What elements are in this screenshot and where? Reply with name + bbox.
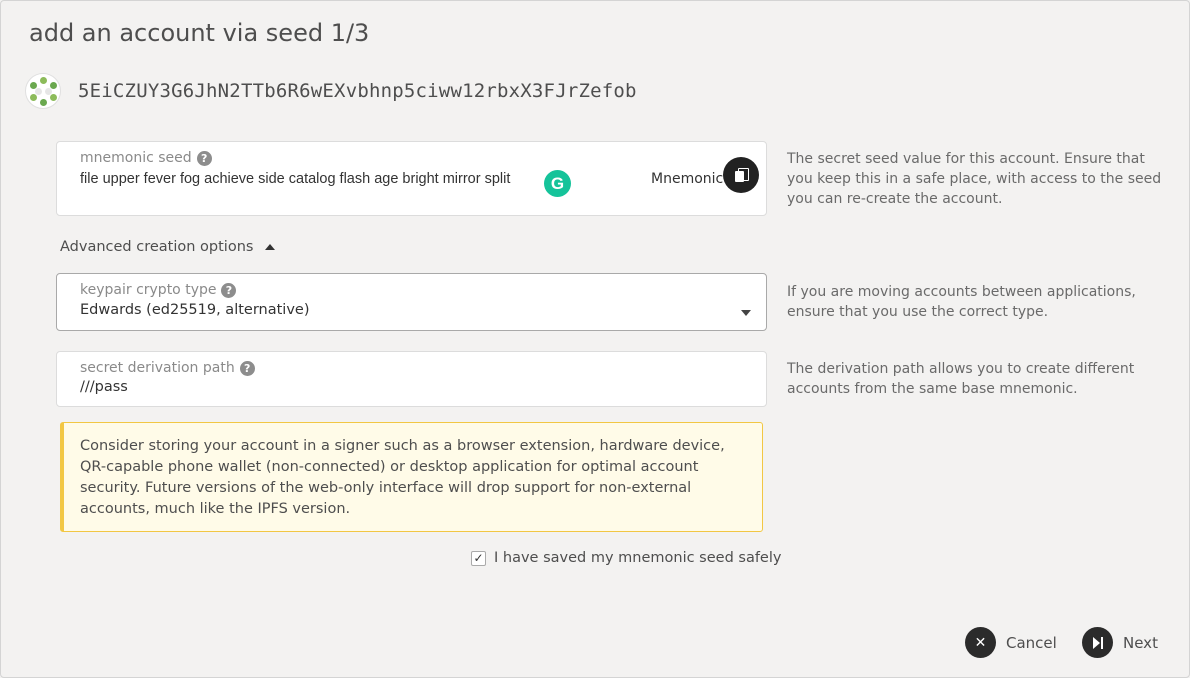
saved-seed-checkbox[interactable]: ✓ [471, 550, 486, 566]
derivation-path-input[interactable]: ///pass [80, 379, 128, 395]
grammarly-icon[interactable]: G [544, 170, 571, 197]
account-address: 5EiCZUY3G6JhN2TTb6R6wEXvbhnp5ciww12rbxX3… [78, 80, 637, 102]
saved-seed-label: I have saved my mnemonic seed safely [494, 550, 782, 566]
modal-title: add an account via seed 1/3 [29, 19, 370, 47]
derivation-path-help: The derivation path allows you to create… [787, 361, 1135, 397]
copy-seed-button[interactable] [723, 157, 759, 193]
account-identity: 5EiCZUY3G6JhN2TTb6R6wEXvbhnp5ciww12rbxX3… [25, 73, 637, 109]
seed-type-tag: Mnemonic [651, 171, 724, 187]
identicon-avatar[interactable] [25, 73, 61, 109]
help-icon[interactable]: ? [239, 360, 255, 376]
add-account-modal: add an account via seed 1/3 5EiCZUY3G6Jh… [0, 0, 1190, 678]
mnemonic-seed-field[interactable]: mnemonic seed ? file upper fever fog ach… [56, 141, 767, 216]
mnemonic-seed-help: The secret seed value for this account. … [787, 151, 1162, 207]
copy-icon [735, 168, 749, 182]
help-icon[interactable]: ? [196, 150, 212, 166]
keypair-crypto-type-label: keypair crypto type ? [80, 282, 237, 298]
mnemonic-seed-label: mnemonic seed ? [80, 150, 212, 166]
step-forward-icon [1082, 627, 1113, 658]
close-icon: ✕ [965, 627, 996, 658]
help-icon[interactable]: ? [221, 282, 237, 298]
next-button[interactable]: Next [1082, 627, 1158, 658]
caret-up-icon [265, 244, 276, 250]
mnemonic-seed-input[interactable]: file upper fever fog achieve side catalo… [80, 171, 510, 187]
derivation-path-label: secret derivation path ? [80, 360, 255, 376]
keypair-crypto-type-help: If you are moving accounts between appli… [787, 284, 1136, 320]
advanced-options-toggle[interactable]: Advanced creation options [60, 239, 276, 255]
keypair-crypto-type-dropdown[interactable]: keypair crypto type ? Edwards (ed25519, … [56, 273, 767, 331]
derivation-path-field[interactable]: secret derivation path ? ///pass [56, 351, 767, 407]
cancel-button[interactable]: ✕ Cancel [965, 627, 1057, 658]
chevron-down-icon [741, 310, 751, 316]
security-warning: Consider storing your account in a signe… [60, 422, 763, 532]
saved-seed-confirmation[interactable]: ✓ I have saved my mnemonic seed safely [471, 550, 781, 566]
keypair-crypto-type-value: Edwards (ed25519, alternative) [80, 302, 310, 318]
